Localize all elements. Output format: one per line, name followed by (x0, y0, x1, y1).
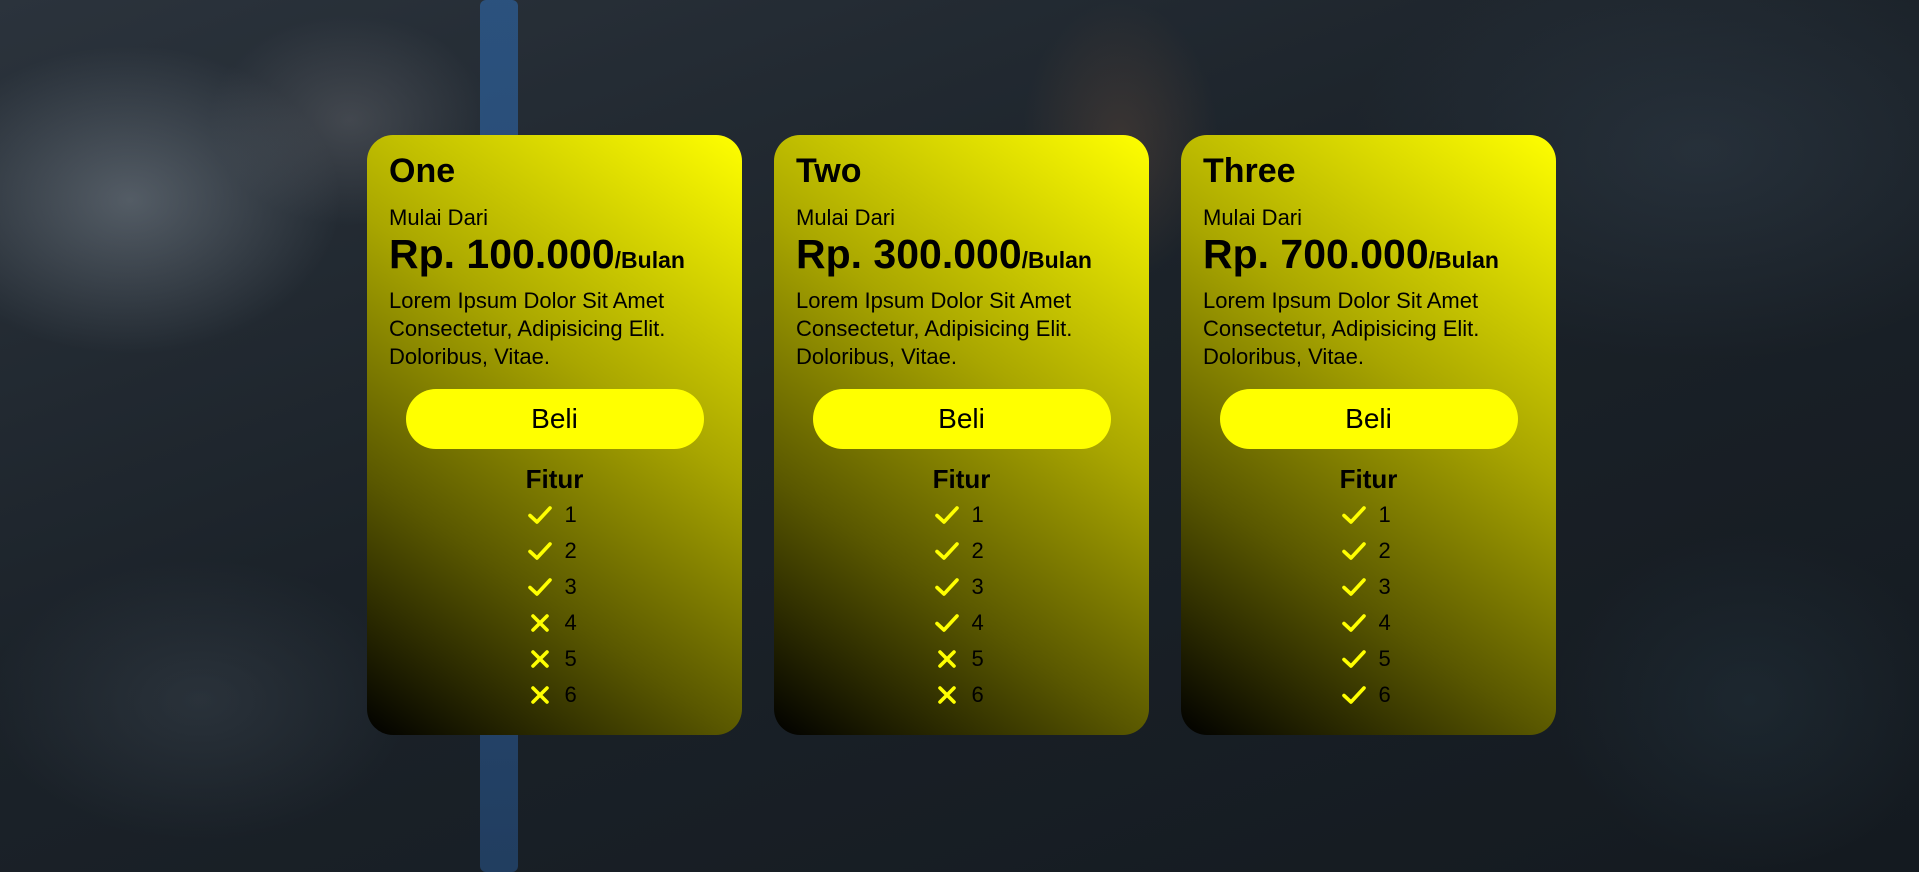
feature-label: 6 (564, 682, 577, 707)
x-icon (932, 644, 962, 674)
features-title: Fitur (932, 464, 991, 494)
pricing-card-three: Three Mulai Dari Rp. 700.000/Bulan Lorem… (1181, 135, 1556, 735)
check-icon (1339, 536, 1369, 566)
feature-label: 4 (1378, 610, 1391, 635)
check-icon (1339, 608, 1369, 638)
check-icon (525, 536, 555, 566)
price-amount: Rp. 300.000 (796, 231, 1022, 277)
pricing-card-one: One Mulai Dari Rp. 100.000/Bulan Lorem I… (367, 135, 742, 735)
feature-label: 1 (1378, 502, 1391, 527)
check-icon (1339, 644, 1369, 674)
plan-description: Lorem Ipsum Dolor Sit Amet Consectetur, … (389, 288, 666, 369)
feature-label: 5 (971, 646, 984, 671)
feature-item: 1 (796, 497, 1127, 533)
price-period: /Bulan (1428, 247, 1499, 273)
check-icon (932, 572, 962, 602)
feature-label: 6 (1378, 682, 1391, 707)
feature-label: 3 (1378, 574, 1391, 599)
feature-item: 5 (796, 641, 1127, 677)
buy-button[interactable]: Beli (405, 389, 704, 449)
features-title: Fitur (525, 464, 584, 494)
check-icon (932, 536, 962, 566)
feature-item: 2 (1203, 533, 1534, 569)
price-from-label: Mulai Dari (796, 205, 896, 230)
check-icon (932, 608, 962, 638)
plan-name: Two (796, 152, 862, 190)
feature-label: 2 (971, 538, 984, 563)
x-icon (525, 644, 555, 674)
plan-description: Lorem Ipsum Dolor Sit Amet Consectetur, … (1203, 288, 1480, 369)
feature-label: 3 (564, 574, 577, 599)
feature-list: 1 2 3 4 5 6 (1203, 497, 1534, 713)
plan-name: One (389, 152, 456, 190)
feature-item: 6 (1203, 677, 1534, 713)
plan-description: Lorem Ipsum Dolor Sit Amet Consectetur, … (796, 288, 1073, 369)
feature-label: 1 (564, 502, 577, 527)
feature-item: 5 (1203, 641, 1534, 677)
feature-label: 5 (564, 646, 577, 671)
pricing-card-two: Two Mulai Dari Rp. 300.000/Bulan Lorem I… (774, 135, 1149, 735)
check-icon (525, 500, 555, 530)
price: Rp. 100.000/Bulan (389, 231, 720, 287)
feature-item: 4 (389, 605, 720, 641)
feature-list: 1 2 3 4 5 6 (389, 497, 720, 713)
feature-list: 1 2 3 4 5 6 (796, 497, 1127, 713)
feature-item: 6 (796, 677, 1127, 713)
feature-item: 2 (796, 533, 1127, 569)
feature-item: 1 (389, 497, 720, 533)
buy-button[interactable]: Beli (812, 389, 1111, 449)
check-icon (932, 500, 962, 530)
buy-button[interactable]: Beli (1219, 389, 1518, 449)
feature-label: 4 (971, 610, 984, 635)
feature-label: 4 (564, 610, 577, 635)
feature-item: 3 (796, 569, 1127, 605)
price-amount: Rp. 700.000 (1203, 231, 1429, 277)
feature-item: 5 (389, 641, 720, 677)
feature-item: 2 (389, 533, 720, 569)
price-period: /Bulan (614, 247, 685, 273)
price-from-label: Mulai Dari (389, 205, 489, 230)
features-section: Fitur 1 2 3 4 5 6 (796, 463, 1127, 713)
features-section: Fitur 1 2 3 4 5 6 (1203, 463, 1534, 713)
feature-label: 2 (564, 538, 577, 563)
feature-item: 1 (1203, 497, 1534, 533)
x-icon (525, 680, 555, 710)
feature-label: 1 (971, 502, 984, 527)
price-period: /Bulan (1021, 247, 1092, 273)
price-from-label: Mulai Dari (1203, 205, 1303, 230)
feature-item: 3 (1203, 569, 1534, 605)
pricing-cards: One Mulai Dari Rp. 100.000/Bulan Lorem I… (367, 135, 1556, 735)
check-icon (1339, 500, 1369, 530)
check-icon (1339, 572, 1369, 602)
plan-name: Three (1203, 152, 1296, 190)
feature-item: 4 (1203, 605, 1534, 641)
price-amount: Rp. 100.000 (389, 231, 615, 277)
feature-label: 2 (1378, 538, 1391, 563)
x-icon (525, 608, 555, 638)
check-icon (1339, 680, 1369, 710)
x-icon (932, 680, 962, 710)
check-icon (525, 572, 555, 602)
features-title: Fitur (1339, 464, 1398, 494)
feature-label: 3 (971, 574, 984, 599)
price: Rp. 700.000/Bulan (1203, 231, 1534, 287)
features-section: Fitur 1 2 3 4 5 6 (389, 463, 720, 713)
feature-item: 3 (389, 569, 720, 605)
feature-label: 5 (1378, 646, 1391, 671)
feature-label: 6 (971, 682, 984, 707)
feature-item: 4 (796, 605, 1127, 641)
feature-item: 6 (389, 677, 720, 713)
price: Rp. 300.000/Bulan (796, 231, 1127, 287)
